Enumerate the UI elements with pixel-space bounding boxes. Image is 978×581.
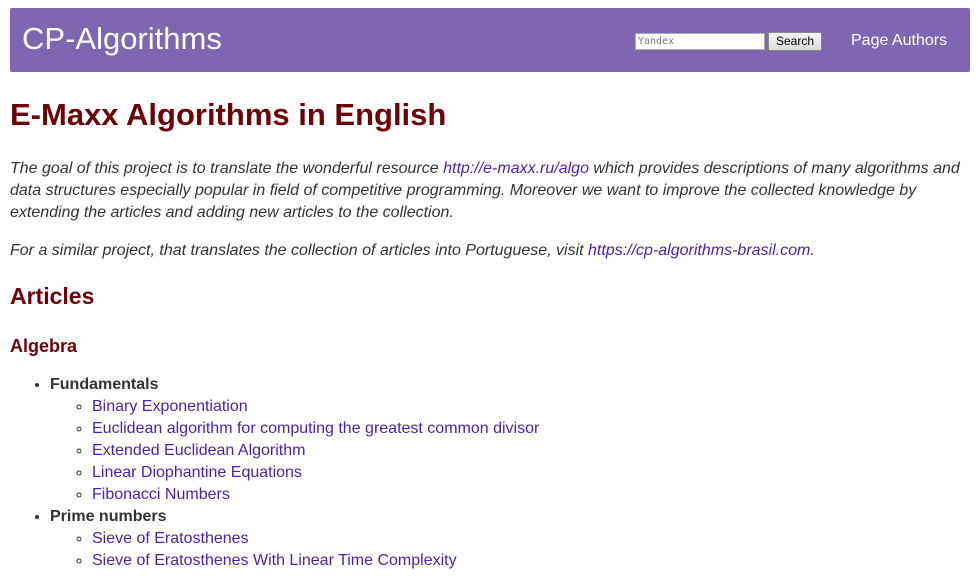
topic-list: Fundamentals Binary Exponentiation Eucli… (10, 374, 970, 572)
topic-label: Fundamentals (50, 376, 159, 393)
page-title: E-Maxx Algorithms in English (10, 97, 447, 132)
list-item: Sieve of Eratosthenes (92, 528, 970, 550)
subtopic-list: Binary Exponentiation Euclidean algorith… (50, 396, 970, 506)
article-link-linear-diophantine[interactable]: Linear Diophantine Equations (92, 464, 302, 481)
article-link-linear-sieve[interactable]: Sieve of Eratosthenes With Linear Time C… (92, 552, 457, 569)
intro-paragraph: The goal of this project is to translate… (10, 158, 970, 224)
intro-text-before: The goal of this project is to translate… (10, 160, 444, 177)
article-link-binary-exponentiation[interactable]: Binary Exponentiation (92, 398, 248, 415)
subtopic-list: Sieve of Eratosthenes Sieve of Eratosthe… (50, 528, 970, 572)
list-item: Fibonacci Numbers (92, 484, 970, 506)
brand-link[interactable]: CP-Algorithms (22, 21, 222, 57)
list-item: Extended Euclidean Algorithm (92, 440, 970, 462)
list-item: Binary Exponentiation (92, 396, 970, 418)
e-maxx-link[interactable]: http://e-maxx.ru/algo (443, 160, 589, 177)
portuguese-text-after: . (810, 242, 815, 259)
article-link-extended-euclidean[interactable]: Extended Euclidean Algorithm (92, 442, 305, 459)
top-navbar: CP-Algorithms Search Page Authors (10, 8, 970, 72)
portuguese-paragraph: For a similar project, that translates t… (10, 240, 970, 262)
search-button[interactable]: Search (768, 32, 822, 51)
page-authors-link[interactable]: Page Authors (851, 31, 947, 51)
algebra-heading: Algebra (10, 336, 78, 356)
search-input[interactable] (635, 33, 765, 50)
topic-item-fundamentals: Fundamentals Binary Exponentiation Eucli… (50, 374, 970, 506)
cp-algorithms-brasil-link[interactable]: https://cp-algorithms-brasil.com (588, 242, 810, 259)
list-item: Euclidean algorithm for computing the gr… (92, 418, 970, 440)
list-item: Linear Diophantine Equations (92, 462, 970, 484)
articles-heading: Articles (10, 283, 95, 309)
list-item: Sieve of Eratosthenes With Linear Time C… (92, 550, 970, 572)
article-link-euclidean-algorithm[interactable]: Euclidean algorithm for computing the gr… (92, 420, 539, 437)
topic-label: Prime numbers (50, 508, 167, 525)
main-content: E-Maxx Algorithms in English The goal of… (10, 94, 970, 572)
portuguese-text-before: For a similar project, that translates t… (10, 242, 589, 259)
article-link-sieve[interactable]: Sieve of Eratosthenes (92, 530, 249, 547)
article-link-fibonacci[interactable]: Fibonacci Numbers (92, 486, 230, 503)
topic-item-prime-numbers: Prime numbers Sieve of Eratosthenes Siev… (50, 506, 970, 572)
